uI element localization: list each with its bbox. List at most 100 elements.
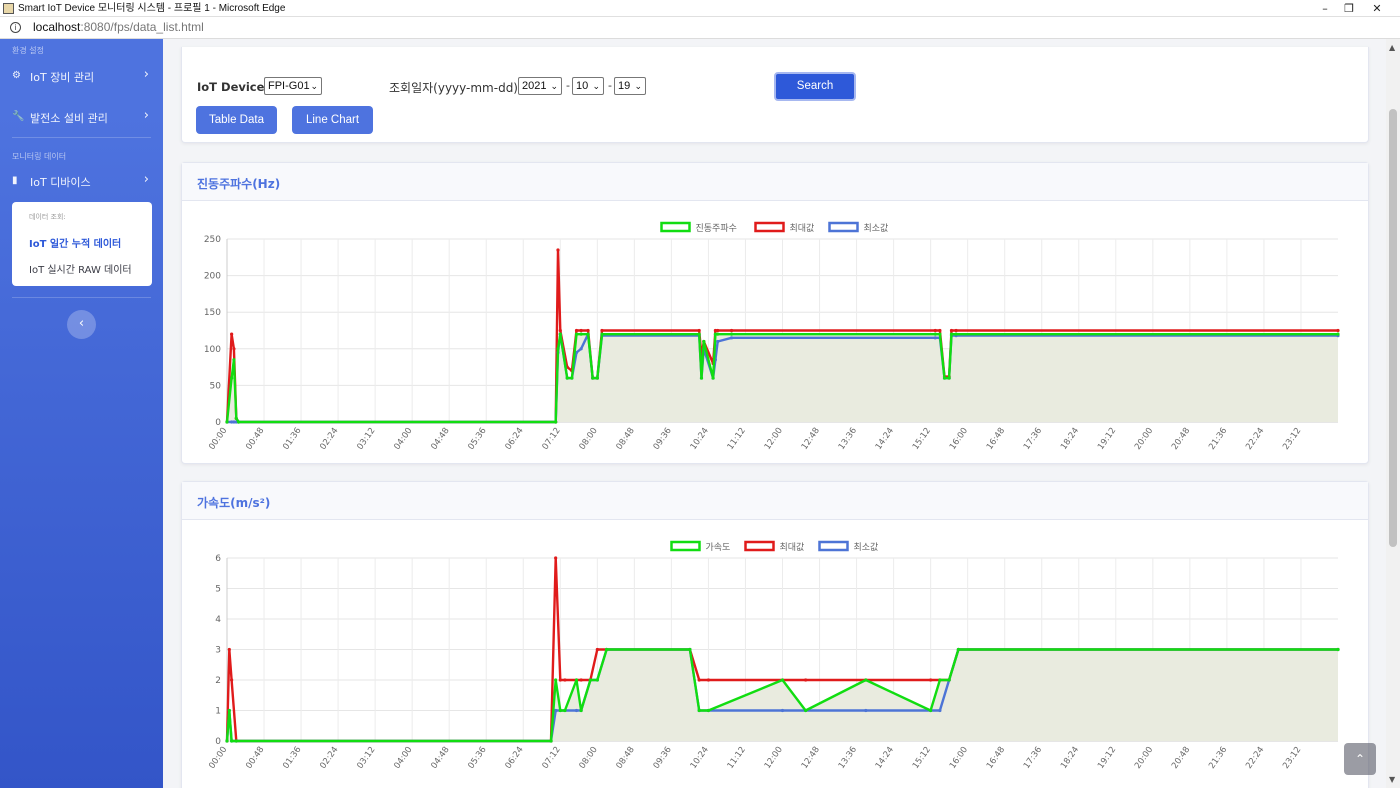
sidebar-divider [12,137,151,138]
acceleration-chart: 가속도 최대값 최소값012345600:00 00:48 01:36 02:24 03:1… [207,540,1340,771]
address-bar[interactable]: i localhost:8080/fps/data_list.html [0,17,1400,39]
info-icon[interactable]: i [10,22,21,33]
data-point [579,328,583,333]
data-point [579,347,583,351]
x-tick-label: 00:00 [207,426,229,452]
x-tick-label: 04:48 [429,426,451,452]
data-point [558,332,562,336]
search-button[interactable]: Search [774,72,856,101]
x-tick-label: 16:48 [985,426,1007,452]
x-tick-label: 04:48 [429,745,451,771]
data-point [942,376,947,380]
card-title: 진동주파수(Hz) [197,177,281,191]
y-tick-label: 100 [204,345,221,355]
device-select[interactable]: FPI-G01 ⌄ [264,77,322,95]
data-point [554,678,558,682]
data-point [864,708,868,713]
x-tick-label: 03:12 [355,426,377,452]
x-tick-label: 06:24 [503,426,525,452]
data-point [595,647,599,652]
data-point [716,332,720,336]
x-tick-label: 19:12 [1096,745,1118,771]
data-point [563,678,567,682]
x-tick-label: 19:12 [1096,426,1118,452]
legend-label: 최소값 [854,541,879,553]
data-point [230,332,234,336]
legend-swatch [828,221,859,233]
sidebar-toggle-button[interactable]: ‹ [67,310,96,339]
scroll-down-icon[interactable]: ▼ [1389,775,1395,784]
scroll-up-icon[interactable]: ▲ [1389,43,1395,52]
series-area [227,334,1338,422]
data-point [938,708,942,713]
day-select[interactable]: 19 ⌄ [614,77,646,95]
submenu-item-realtime-raw[interactable]: IoT 실시간 RAW 데이터 [29,261,132,276]
scrollbar-thumb[interactable] [1389,109,1397,547]
y-tick-label: 50 [210,381,222,391]
x-tick-label: 16:48 [985,745,1007,771]
sidebar-heading-settings: 환경 설정 [12,46,44,55]
scroll-to-top-button[interactable]: ⌃ [1344,743,1376,775]
chevron-down-icon: ⌄ [634,81,642,91]
data-point [227,708,231,713]
month-select[interactable]: 10 ⌄ [572,77,604,95]
data-point [565,376,569,380]
x-tick-label: 12:48 [800,426,822,452]
line-chart-button[interactable]: Line Chart [292,106,373,134]
x-tick-label: 15:12 [911,426,933,452]
chevron-up-icon: ⌃ [1354,752,1366,766]
data-point [716,328,720,333]
x-tick-label: 15:12 [911,745,933,771]
year-select[interactable]: 2021 ⌄ [518,77,562,95]
sidebar-item-iot-device[interactable]: ▮ IoT 디바이스 › [0,169,163,193]
app-icon [3,3,14,14]
x-tick-label: 08:48 [615,745,637,771]
submenu-heading: 데이터 조회: [29,213,66,221]
data-point [579,708,583,713]
data-point [236,420,241,424]
x-tick-label: 09:36 [652,745,674,771]
main-content: IoT Device : FPI-G01 ⌄ 조회일자(yyyy-mm-dd) :… [163,39,1386,788]
sidebar-item-plant-equipment[interactable]: 🔧 발전소 설비 관리 › [0,105,163,129]
x-tick-label: 20:48 [1170,745,1192,771]
data-point [563,708,567,713]
chevron-left-icon: ‹ [78,316,85,331]
sidebar-item-iot-device-management[interactable]: ⚙ IoT 장비 관리 › [0,64,163,88]
url-field[interactable]: localhost:8080/fps/data_list.html [33,20,204,34]
data-point [586,332,590,336]
card-header: 진동주파수(Hz) [182,163,1368,201]
sidebar-submenu: 데이터 조회: IoT 일간 누적 데이터 IoT 실시간 RAW 데이터 [12,202,152,286]
x-tick-label: 02:24 [318,745,340,771]
data-point [234,739,238,743]
data-point [938,328,942,333]
x-tick-label: 01:36 [281,426,303,452]
data-point [604,647,609,652]
data-point [586,328,590,333]
legend-label: 진동주파수 [696,223,737,234]
page-scrollbar[interactable]: ▲ ▼ [1386,39,1400,788]
legend-label: 최대값 [780,541,805,553]
x-tick-label: 08:00 [578,426,600,452]
close-icon[interactable]: ✕ [1354,0,1400,17]
x-tick-label: 10:24 [689,426,711,452]
x-tick-label: 02:24 [318,426,340,452]
x-tick-label: 03:12 [355,745,377,771]
x-tick-label: 12:00 [763,426,785,452]
vibration-chart: 진동주파수 최대값 최소값05010015020025000:00 00:48 01:3… [204,221,1340,452]
data-point [954,332,958,336]
data-point [230,739,234,743]
data-point [595,678,599,682]
x-tick-label: 22:24 [1244,426,1266,452]
table-data-button[interactable]: Table Data [196,106,277,134]
data-point [574,678,579,682]
x-tick-label: 11:12 [726,745,748,771]
legend-label: 가속도 [706,542,731,553]
x-tick-label: 23:12 [1281,745,1303,771]
data-point [804,708,808,713]
x-tick-label: 01:36 [281,745,303,771]
submenu-item-daily-data[interactable]: IoT 일간 누적 데이터 [29,235,121,250]
sidebar-heading-monitoring: 모니터링 데이터 [12,152,67,161]
data-point [595,376,599,380]
data-point [780,708,785,713]
sidebar-divider [12,297,151,298]
